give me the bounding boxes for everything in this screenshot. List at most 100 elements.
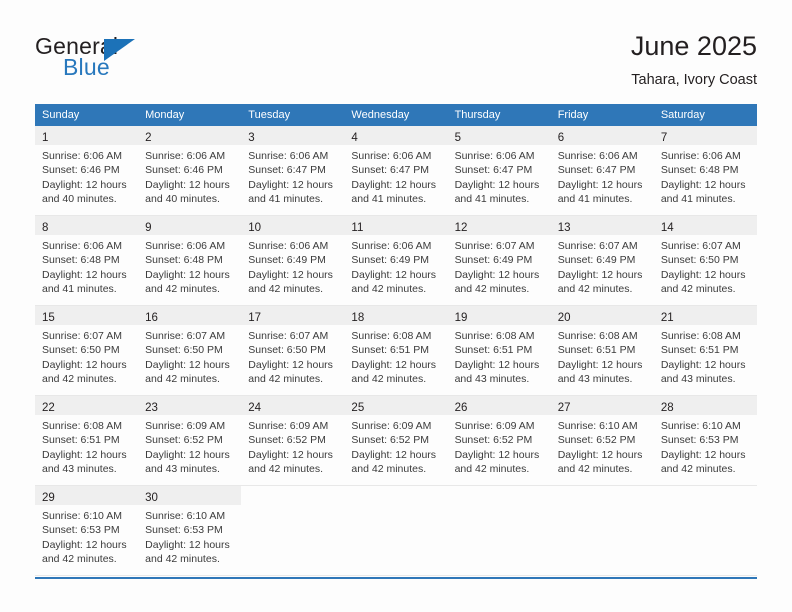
calendar-week-row: 15 Sunrise: 6:07 AM Sunset: 6:50 PM Dayligh… [35,306,757,387]
week-separator-cell [344,565,448,576]
day-details: Sunrise: 6:08 AM Sunset: 6:51 PM Daylight:… [654,325,757,387]
calendar-day-cell[interactable]: 20 Sunrise: 6:08 AM Sunset: 6:51 PM Dayligh… [550,306,654,386]
daylight-text-line1: Daylight: 12 hours [42,358,127,371]
calendar-day-cell[interactable]: 11 Sunrise: 6:06 AM Sunset: 6:49 PM Dayligh… [344,216,448,295]
day-details [448,505,551,509]
daylight-text-line2: and 42 minutes. [454,283,530,296]
sunrise-text: Sunrise: 6:06 AM [42,150,122,162]
calendar-day-cell[interactable]: 7 Sunrise: 6:06 AM Sunset: 6:48 PM Daylight… [653,126,757,205]
daylight-text-line1: Daylight: 12 hours [351,358,437,371]
day-number: 23 [145,402,158,414]
day-number-bar: 9 [138,216,242,235]
daylight-text-line1: Daylight: 12 hours [42,448,127,461]
sunrise-text: Sunrise: 6:07 AM [248,330,329,342]
calendar-day-cell[interactable]: 5 Sunrise: 6:06 AM Sunset: 6:47 PM Daylight… [447,126,551,205]
daylight-text-line2: and 43 minutes. [557,373,633,386]
calendar-day-cell[interactable]: 26 Sunrise: 6:09 AM Sunset: 6:52 PM Dayligh… [447,396,551,477]
day-number-bar: 17 [241,306,345,325]
daylight-text-line2: and 42 minutes. [42,373,117,386]
sunset-text: Sunset: 6:49 PM [454,254,533,267]
daylight-text-line1: Daylight: 12 hours [248,358,333,371]
calendar-day-cell[interactable]: 16 Sunrise: 6:07 AM Sunset: 6:50 PM Dayligh… [138,306,242,385]
calendar-day-cell[interactable]: 29 Sunrise: 6:10 AM Sunset: 6:53 PM Dayligh… [35,486,139,565]
calendar-day-cell[interactable]: 6 Sunrise: 6:06 AM Sunset: 6:47 PM Daylight… [550,126,654,205]
day-number: 1 [42,132,49,144]
daylight-text-line1: Daylight: 12 hours [660,358,746,371]
calendar-day-cell[interactable]: 18 Sunrise: 6:08 AM Sunset: 6:51 PM Dayligh… [344,306,448,385]
day-number-bar: 7 [653,126,757,145]
day-number-bar: 28 [653,396,757,415]
daylight-text-line1: Daylight: 12 hours [660,448,746,461]
calendar-day-cell[interactable]: 12 Sunrise: 6:07 AM Sunset: 6:49 PM Dayligh… [447,216,551,296]
sunset-text: Sunset: 6:52 PM [454,434,533,447]
calendar-week-row: 8 Sunrise: 6:06 AM Sunset: 6:48 PM Daylight… [35,216,757,296]
weekday-header-tuesday: Tuesday [241,104,345,126]
calendar-day-cell[interactable]: 17 Sunrise: 6:07 AM Sunset: 6:50 PM Dayligh… [241,306,345,386]
day-number: 13 [557,222,571,234]
sunset-text: Sunset: 6:47 PM [351,164,430,177]
sunrise-text: Sunrise: 6:07 AM [557,240,638,252]
calendar-day-cell[interactable]: 19 Sunrise: 6:08 AM Sunset: 6:51 PM Dayligh… [447,306,551,385]
calendar-day-cell[interactable]: 8 Sunrise: 6:06 AM Sunset: 6:48 PM Daylight… [35,216,139,295]
calendar-day-cell[interactable]: 21 Sunrise: 6:08 AM Sunset: 6:51 PM Dayligh… [653,306,757,387]
day-number: 3 [248,132,255,144]
calendar-day-cell[interactable]: 22 Sunrise: 6:08 AM Sunset: 6:51 PM Dayligh… [35,396,139,476]
calendar-day-cell[interactable]: 4 Sunrise: 6:06 AM Sunset: 6:47 PM Daylight… [344,126,448,206]
sunset-text: Sunset: 6:53 PM [42,524,120,537]
daylight-text-line1: Daylight: 12 hours [145,358,230,371]
day-number: 12 [454,222,468,234]
calendar-day-cell[interactable]: 30 Sunrise: 6:10 AM Sunset: 6:53 PM Dayligh… [138,486,242,565]
calendar-day-cell[interactable]: 13 Sunrise: 6:07 AM Sunset: 6:49 PM Dayligh… [550,216,654,295]
sunset-text: Sunset: 6:46 PM [145,164,223,177]
calendar-week-row: 29 Sunrise: 6:10 AM Sunset: 6:53 PM Dayligh… [35,486,757,565]
day-number: 22 [42,402,55,414]
day-details [551,505,654,509]
day-number-bar: 22 [35,396,139,415]
day-number-bar: 10 [241,216,345,235]
sunrise-text: Sunrise: 6:06 AM [351,240,432,252]
sunrise-text: Sunrise: 6:06 AM [248,150,329,162]
day-details: Sunrise: 6:09 AM Sunset: 6:52 PM Daylight:… [448,415,551,477]
daylight-text-line2: and 42 minutes. [248,373,323,386]
day-number: 19 [454,312,468,324]
sunset-text: Sunset: 6:49 PM [351,254,430,267]
sunrise-text: Sunrise: 6:10 AM [660,420,741,432]
day-details: Sunrise: 6:06 AM Sunset: 6:46 PM Daylight:… [35,145,138,207]
day-number-bar: 11 [344,216,448,235]
day-number-bar: 26 [447,396,551,415]
calendar-day-cell[interactable]: 27 Sunrise: 6:10 AM Sunset: 6:52 PM Dayligh… [550,396,654,475]
calendar-day-cell[interactable]: 24 Sunrise: 6:09 AM Sunset: 6:52 PM Dayligh… [241,396,345,477]
sunset-text: Sunset: 6:53 PM [145,524,223,537]
calendar-day-cell[interactable]: 25 Sunrise: 6:09 AM Sunset: 6:52 PM Dayligh… [344,396,448,475]
daylight-text-line2: and 43 minutes. [42,463,117,476]
daylight-text-line2: and 42 minutes. [248,283,323,296]
calendar-day-cell [447,486,551,565]
daylight-text-line1: Daylight: 12 hours [145,448,230,461]
calendar-day-cell[interactable]: 3 Sunrise: 6:06 AM Sunset: 6:47 PM Daylight… [241,126,345,207]
calendar-day-cell[interactable]: 15 Sunrise: 6:07 AM Sunset: 6:50 PM Dayligh… [35,306,139,386]
calendar-day-cell [653,486,757,565]
day-details: Sunrise: 6:06 AM Sunset: 6:47 PM Daylight:… [241,145,344,207]
daylight-text-line2: and 41 minutes. [351,193,427,206]
day-details: Sunrise: 6:09 AM Sunset: 6:52 PM Daylight:… [241,415,344,477]
calendar-day-cell[interactable]: 2 Sunrise: 6:06 AM Sunset: 6:46 PM Daylight… [138,126,242,205]
day-number-bar [344,486,448,505]
daylight-text-line1: Daylight: 12 hours [557,448,643,461]
day-number-bar: 6 [550,126,654,145]
calendar-day-cell[interactable]: 23 Sunrise: 6:09 AM Sunset: 6:52 PM Dayligh… [138,396,242,475]
calendar-day-cell[interactable]: 1 Sunrise: 6:06 AM Sunset: 6:46 PM Daylight… [35,126,139,207]
daylight-text-line1: Daylight: 12 hours [557,178,643,191]
day-details [344,505,447,509]
calendar-day-cell[interactable]: 14 Sunrise: 6:07 AM Sunset: 6:50 PM Dayligh… [653,216,757,295]
daylight-text-line1: Daylight: 12 hours [145,538,230,551]
calendar-day-cell[interactable]: 9 Sunrise: 6:06 AM Sunset: 6:48 PM Daylight… [138,216,242,295]
calendar-day-cell[interactable]: 28 Sunrise: 6:10 AM Sunset: 6:53 PM Dayligh… [653,396,757,475]
day-number: 26 [454,402,468,414]
sunrise-text: Sunrise: 6:07 AM [145,330,226,342]
day-number-bar: 1 [35,126,139,145]
day-number: 5 [454,132,461,144]
calendar-day-cell[interactable]: 10 Sunrise: 6:06 AM Sunset: 6:49 PM Dayligh… [241,216,345,296]
week-separator-cell [653,565,757,576]
generalblue-logo[interactable]: General Blue [35,33,215,85]
day-number: 27 [557,402,571,414]
